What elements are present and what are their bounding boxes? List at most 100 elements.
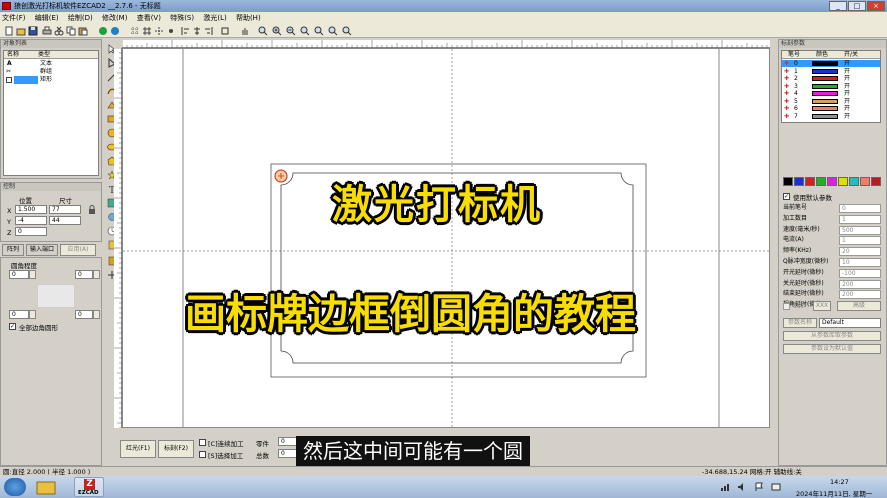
corner-bottom-left-spinner[interactable] <box>29 310 36 319</box>
pen-color-swatch[interactable] <box>812 91 838 96</box>
cw-checkbox[interactable] <box>783 303 790 310</box>
param-value-input[interactable]: 200 <box>839 290 881 300</box>
zoom-icon[interactable] <box>258 26 268 36</box>
menu-edit[interactable]: 编辑(E) <box>35 14 59 22</box>
pen-row[interactable]: ✚ 0 开 <box>782 60 880 67</box>
zoom-in-icon[interactable] <box>272 26 282 36</box>
param-value-input[interactable]: 10 <box>839 258 881 267</box>
color-swatch[interactable] <box>871 177 881 186</box>
print-icon[interactable] <box>42 26 52 36</box>
continuous-checkbox[interactable] <box>199 439 206 446</box>
all-corners-checkbox[interactable]: ✓ <box>9 323 16 330</box>
pen-expand-icon[interactable]: ✚ <box>784 83 789 90</box>
align-left-icon[interactable] <box>180 26 190 36</box>
drawing-canvas[interactable] <box>122 48 770 428</box>
new-file-icon[interactable] <box>4 26 14 36</box>
maximize-button[interactable]: □ <box>848 1 866 11</box>
pen-onoff[interactable]: 开 <box>844 113 850 120</box>
param-value-input[interactable]: 1 <box>839 236 881 246</box>
mark-button[interactable]: 标刻(F2) <box>158 440 194 458</box>
paste-icon[interactable] <box>78 26 88 36</box>
corner-bottom-left-input[interactable]: 0 <box>9 310 29 319</box>
input-method-icon[interactable] <box>771 482 781 492</box>
pen-onoff-header[interactable]: 开/关 <box>844 51 858 59</box>
snap-point-icon[interactable] <box>166 26 176 36</box>
pen-color-swatch[interactable] <box>812 106 838 111</box>
pen-row[interactable]: ✚ 2 开 <box>782 75 880 82</box>
pen-onoff[interactable]: 开 <box>844 90 850 97</box>
menu-laser[interactable]: 激光(L) <box>203 14 226 22</box>
pen-expand-icon[interactable]: ✚ <box>784 60 789 67</box>
color-swatch[interactable] <box>794 177 804 186</box>
apply-button[interactable]: 应用(A) <box>60 244 96 256</box>
pen-expand-icon[interactable]: ✚ <box>784 113 789 120</box>
volume-icon[interactable] <box>737 482 747 492</box>
pen-color-swatch[interactable] <box>812 98 838 104</box>
flag-icon[interactable] <box>754 482 764 492</box>
corner-top-right-spinner[interactable] <box>93 270 100 279</box>
column-name-header[interactable]: 名称 <box>7 51 19 59</box>
grid-icon[interactable] <box>142 26 152 36</box>
color-swatch[interactable] <box>805 177 815 186</box>
param-value-input[interactable]: 500 <box>839 225 881 235</box>
pen-onoff[interactable]: 开 <box>844 105 850 112</box>
zoom-out-icon[interactable] <box>286 26 296 36</box>
copy-icon[interactable] <box>66 26 76 36</box>
pen-row[interactable]: ✚ 5 开 <box>782 98 880 105</box>
pen-onoff[interactable]: 开 <box>844 75 850 82</box>
tab-array[interactable]: 阵列 <box>2 244 24 256</box>
pen-list[interactable]: 笔号 颜色 开/关 ✚ 0 开 ✚ 1 开 ✚ 2 开 ✚ 3 开 ✚ 4 开 ✚ 5 开 ✚ 6 开 ✚ 7 开 <box>781 50 881 123</box>
lock-icon[interactable] <box>87 205 97 215</box>
corner-top-left-input[interactable]: 0 <box>9 270 29 279</box>
color-swatch[interactable] <box>816 177 826 186</box>
redo-icon[interactable] <box>110 26 120 36</box>
pen-color-swatch[interactable] <box>812 68 838 74</box>
x-position-input[interactable]: 1.500 <box>15 205 47 214</box>
corner-top-left-spinner[interactable] <box>29 270 36 279</box>
zoom-selection-icon[interactable] <box>328 26 338 36</box>
object-list[interactable]: 名称 类型 A 文本 ✂ 群组 矩形 <box>3 50 99 176</box>
list-item[interactable]: ✂ 群组 <box>4 68 98 76</box>
pen-expand-icon[interactable]: ✚ <box>784 68 789 75</box>
start-button[interactable] <box>4 478 26 496</box>
menu-draw[interactable]: 绘制(D) <box>68 14 93 22</box>
pen-number-header[interactable]: 笔号 <box>788 51 800 59</box>
color-swatch[interactable] <box>849 177 859 186</box>
set-default-button[interactable]: 参数设为默认值 <box>783 344 881 354</box>
y-position-input[interactable]: -4 <box>15 216 47 225</box>
pen-row[interactable]: ✚ 7 开 <box>782 113 880 120</box>
load-param-button[interactable]: 从参数库取参数 <box>783 331 881 341</box>
pen-onoff[interactable]: 开 <box>844 68 850 75</box>
pen-onoff[interactable]: 开 <box>844 60 850 67</box>
network-icon[interactable] <box>720 482 730 492</box>
pen-expand-icon[interactable]: ✚ <box>784 98 789 105</box>
xxx-button[interactable]: XXX <box>813 301 831 311</box>
undo-icon[interactable] <box>98 26 108 36</box>
pen-row[interactable]: ✚ 1 开 <box>782 68 880 75</box>
pen-expand-icon[interactable]: ✚ <box>784 75 789 82</box>
param-name-input[interactable]: Default <box>819 318 881 328</box>
list-item[interactable]: A 文本 <box>4 60 98 68</box>
select-process-checkbox[interactable] <box>199 451 206 458</box>
param-value-input[interactable]: 20 <box>839 247 881 257</box>
pen-color-header[interactable]: 颜色 <box>816 51 828 59</box>
align-center-icon[interactable] <box>192 26 202 36</box>
menu-special[interactable]: 特殊(S) <box>170 14 194 22</box>
corner-top-right-input[interactable]: 0 <box>75 270 93 279</box>
color-swatch[interactable] <box>827 177 837 186</box>
pen-color-swatch[interactable] <box>812 61 838 66</box>
open-folder-icon[interactable] <box>16 26 26 36</box>
red-light-button[interactable]: 红光(F1) <box>120 440 156 458</box>
corner-bottom-right-spinner[interactable] <box>93 310 100 319</box>
use-default-checkbox[interactable]: ✓ <box>783 193 790 200</box>
pen-row[interactable]: ✚ 4 开 <box>782 90 880 97</box>
minimize-button[interactable]: _ <box>829 1 847 11</box>
hand-icon[interactable] <box>240 26 250 36</box>
save-icon[interactable] <box>28 26 38 36</box>
pen-row[interactable]: ✚ 6 开 <box>782 105 880 112</box>
height-input[interactable]: 44 <box>49 216 81 225</box>
corner-bottom-right-input[interactable]: 0 <box>75 310 93 319</box>
zoom-fit-icon[interactable] <box>342 26 352 36</box>
color-swatch[interactable] <box>838 177 848 186</box>
advanced-button[interactable]: 高级 <box>837 301 881 311</box>
